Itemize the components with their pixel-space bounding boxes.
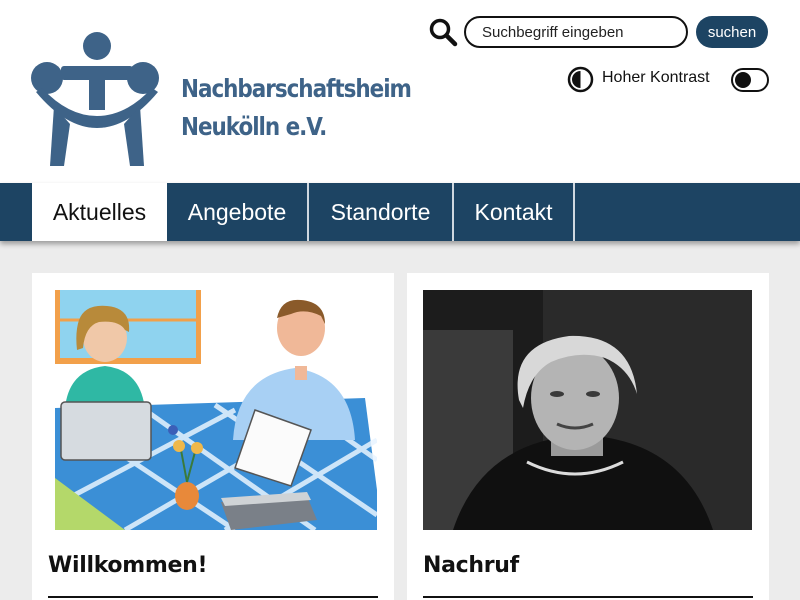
contrast-icon	[567, 66, 594, 93]
logo-line-2: Neukölln e.V.	[181, 112, 327, 141]
card-divider	[48, 596, 378, 598]
news-card-willkommen[interactable]: Willkommen!	[32, 273, 394, 600]
site-header: Nachbarschaftsheim Neukölln e.V. suchen …	[0, 0, 800, 183]
main-navigation: Aktuelles Angebote Standorte Kontakt	[0, 183, 800, 241]
toggle-knob	[735, 71, 751, 88]
nav-item-standorte[interactable]: Standorte	[309, 183, 454, 241]
news-card-nachruf[interactable]: Nachruf	[407, 273, 769, 600]
logo-line-1: Nachbarschaftsheim	[181, 74, 412, 103]
logo-people-icon[interactable]	[30, 32, 164, 166]
search-icon[interactable]	[428, 17, 458, 47]
nav-item-angebote[interactable]: Angebote	[167, 183, 309, 241]
nav-item-kontakt[interactable]: Kontakt	[454, 183, 575, 241]
card-divider	[423, 596, 753, 598]
card-title[interactable]: Willkommen!	[48, 553, 208, 578]
card-title[interactable]: Nachruf	[423, 553, 519, 578]
search-button[interactable]: suchen	[696, 16, 768, 48]
site-logo-text[interactable]: Nachbarschaftsheim Neukölln e.V.	[181, 70, 448, 146]
search-input[interactable]	[464, 16, 688, 48]
illustration-image[interactable]	[55, 290, 377, 530]
nav-item-aktuelles[interactable]: Aktuelles	[32, 183, 167, 241]
contrast-toggle[interactable]	[731, 68, 769, 92]
contrast-label: Hoher Kontrast	[602, 69, 710, 86]
portrait-photo-image[interactable]	[423, 290, 752, 530]
